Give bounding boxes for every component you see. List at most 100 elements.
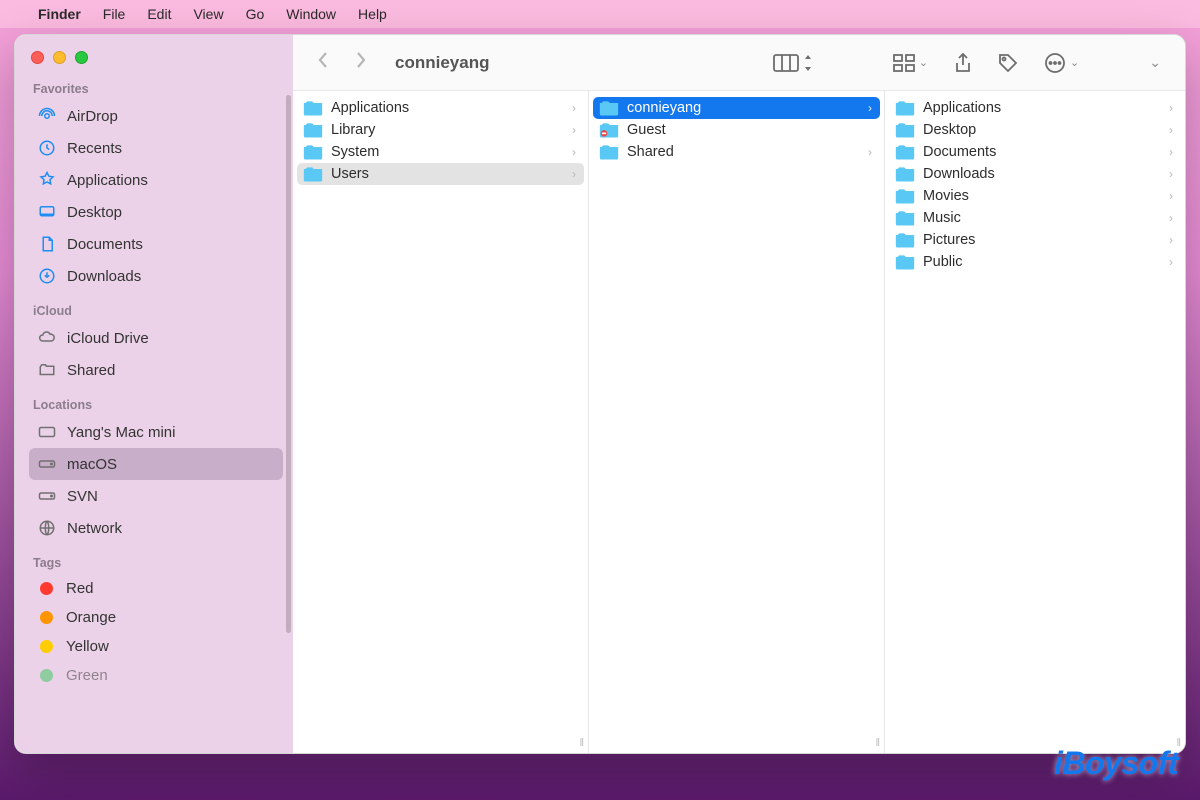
minimize-window-button[interactable] — [53, 51, 66, 64]
view-mode-button[interactable] — [767, 54, 819, 72]
sidebar-item-label: SVN — [67, 488, 98, 505]
folder-row[interactable]: Documents › — [889, 141, 1181, 163]
column-resize-handle[interactable]: ‖ — [875, 737, 880, 749]
menu-edit[interactable]: Edit — [147, 6, 171, 22]
sidebar-item-label: Shared — [67, 362, 115, 379]
column-1: Applications › Library › System › Users … — [293, 91, 589, 753]
sidebar-tag-red[interactable]: Red — [29, 574, 283, 603]
sidebar-item-label: Yellow — [66, 638, 109, 655]
sidebar-item-desktop[interactable]: Desktop — [29, 196, 283, 228]
menu-file[interactable]: File — [103, 6, 126, 22]
sidebar-tag-yellow[interactable]: Yellow — [29, 632, 283, 661]
folder-icon — [895, 144, 915, 160]
sidebar-item-recents[interactable]: Recents — [29, 132, 283, 164]
group-button[interactable]: ⌄ — [887, 54, 934, 72]
share-icon — [954, 53, 972, 73]
folder-row[interactable]: Applications › — [297, 97, 584, 119]
chevron-right-icon: › — [1169, 101, 1173, 115]
column-resize-handle[interactable]: ‖ — [579, 737, 584, 749]
sidebar-section-locations: Locations — [33, 398, 283, 412]
chevron-right-icon: › — [1169, 167, 1173, 181]
drive-icon — [37, 486, 57, 506]
folder-label: Downloads — [923, 166, 995, 182]
folder-icon — [303, 100, 323, 116]
more-icon — [1044, 52, 1066, 74]
toolbar-overflow-button[interactable]: ⌄ — [1143, 54, 1167, 71]
sidebar-item-mac[interactable]: Yang's Mac mini — [29, 416, 283, 448]
sidebar-tag-green[interactable]: Green — [29, 661, 283, 690]
sidebar: Favorites AirDrop Recents Applications D… — [15, 35, 293, 753]
folder-label: Shared — [627, 144, 674, 160]
sidebar-item-icloud-drive[interactable]: iCloud Drive — [29, 322, 283, 354]
folder-row-selected[interactable]: Users › — [297, 163, 584, 185]
chevron-right-icon: › — [572, 123, 576, 137]
chevron-down-icon: ⌄ — [919, 56, 928, 69]
folder-row[interactable]: Desktop › — [889, 119, 1181, 141]
chevron-down-icon: ⌄ — [1070, 56, 1079, 69]
folder-label: connieyang — [627, 100, 701, 116]
back-button[interactable] — [311, 51, 335, 75]
folder-row[interactable]: Public › — [889, 251, 1181, 273]
system-menu-bar: Finder File Edit View Go Window Help — [0, 0, 1200, 28]
sidebar-item-macos[interactable]: macOS — [29, 448, 283, 480]
more-button[interactable]: ⌄ — [1038, 52, 1085, 74]
sidebar-item-label: Network — [67, 520, 122, 537]
sidebar-item-downloads[interactable]: Downloads — [29, 260, 283, 292]
folder-row[interactable]: System › — [297, 141, 584, 163]
menu-view[interactable]: View — [193, 6, 223, 22]
folder-icon — [895, 210, 915, 226]
sidebar-item-network[interactable]: Network — [29, 512, 283, 544]
app-menu[interactable]: Finder — [38, 6, 81, 22]
tag-dot-icon — [40, 582, 53, 595]
folder-label: Users — [331, 166, 369, 182]
folder-label: Documents — [923, 144, 996, 160]
network-icon — [37, 518, 57, 538]
close-window-button[interactable] — [31, 51, 44, 64]
folder-row[interactable]: Movies › — [889, 185, 1181, 207]
folder-label: Pictures — [923, 232, 975, 248]
updown-icon — [803, 55, 813, 71]
folder-label: Music — [923, 210, 961, 226]
folder-row[interactable]: Library › — [297, 119, 584, 141]
sidebar-tag-orange[interactable]: Orange — [29, 603, 283, 632]
folder-row[interactable]: Pictures › — [889, 229, 1181, 251]
sidebar-item-documents[interactable]: Documents — [29, 228, 283, 260]
sidebar-item-applications[interactable]: Applications — [29, 164, 283, 196]
folder-row[interactable]: Downloads › — [889, 163, 1181, 185]
chevron-down-icon: ⌄ — [1149, 54, 1161, 71]
sidebar-item-svn[interactable]: SVN — [29, 480, 283, 512]
sidebar-item-shared[interactable]: Shared — [29, 354, 283, 386]
guest-folder-icon — [599, 122, 619, 138]
folder-icon — [895, 166, 915, 182]
tag-dot-icon — [40, 640, 53, 653]
icloud-icon — [37, 328, 57, 348]
sidebar-section-favorites: Favorites — [33, 82, 283, 96]
folder-icon — [895, 254, 915, 270]
column-browser: Applications › Library › System › Users … — [293, 91, 1185, 753]
folder-label: Public — [923, 254, 963, 270]
sidebar-item-airdrop[interactable]: AirDrop — [29, 100, 283, 132]
folder-label: Applications — [923, 100, 1001, 116]
folder-row-selected[interactable]: connieyang › — [593, 97, 880, 119]
folder-label: Library — [331, 122, 375, 138]
menu-window[interactable]: Window — [286, 6, 336, 22]
menu-help[interactable]: Help — [358, 6, 387, 22]
sidebar-item-label: Red — [66, 580, 94, 597]
tag-button[interactable] — [992, 53, 1024, 73]
chevron-right-icon: › — [572, 145, 576, 159]
folder-icon — [303, 122, 323, 138]
share-button[interactable] — [948, 53, 978, 73]
documents-icon — [37, 234, 57, 254]
forward-button[interactable] — [349, 51, 373, 75]
chevron-right-icon: › — [1169, 145, 1173, 159]
zoom-window-button[interactable] — [75, 51, 88, 64]
chevron-right-icon: › — [572, 167, 576, 181]
window-controls — [31, 51, 283, 64]
folder-row[interactable]: Applications › — [889, 97, 1181, 119]
menu-go[interactable]: Go — [246, 6, 265, 22]
folder-row[interactable]: Shared › — [593, 141, 880, 163]
sidebar-scrollbar[interactable] — [286, 95, 291, 633]
folder-row[interactable]: Music › — [889, 207, 1181, 229]
folder-row[interactable]: Guest — [593, 119, 880, 141]
folder-icon — [303, 144, 323, 160]
